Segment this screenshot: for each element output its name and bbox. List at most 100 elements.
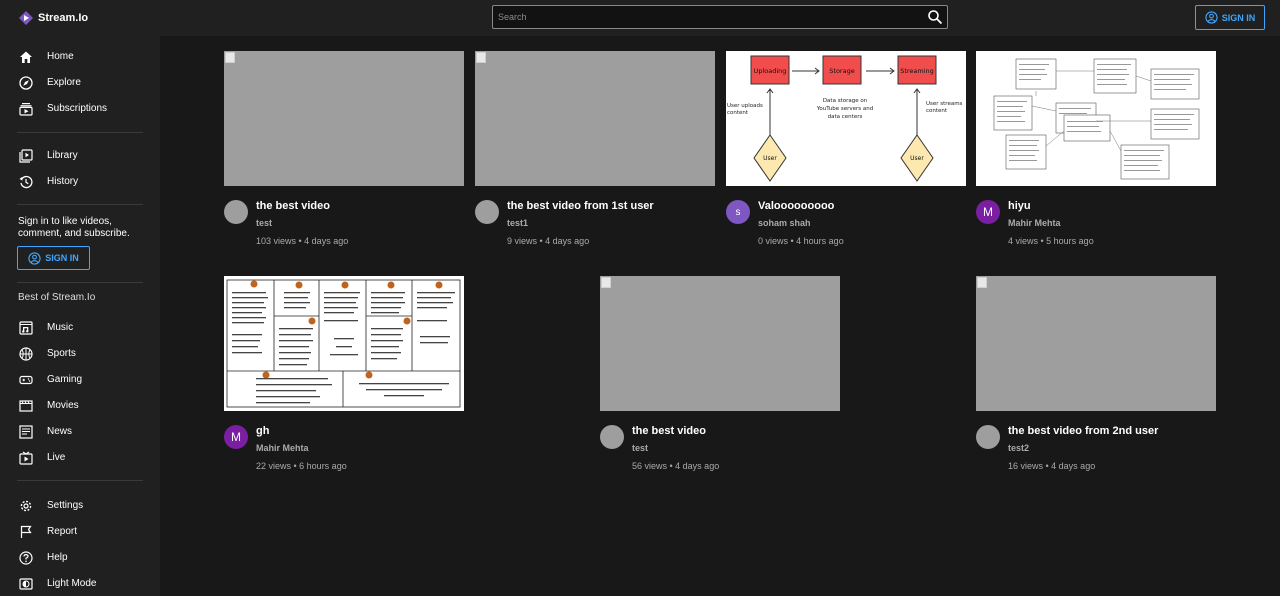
history-icon xyxy=(19,175,33,189)
video-card[interactable]: the best video from 1st user test1 9 vie… xyxy=(475,51,715,246)
avatar[interactable] xyxy=(224,200,248,224)
top-bar: Stream.Io SIGN IN xyxy=(0,0,1280,36)
movies-icon xyxy=(19,400,33,412)
sidebar-divider xyxy=(17,204,143,205)
sidebar-item-movies[interactable]: Movies xyxy=(0,393,160,419)
video-title[interactable]: the best video xyxy=(632,425,706,437)
video-thumbnail[interactable] xyxy=(224,276,464,411)
diagram-box-label: Streaming xyxy=(900,67,934,75)
video-title[interactable]: the best video from 2nd user xyxy=(1008,425,1158,437)
sidebar-item-news[interactable]: News xyxy=(0,419,160,445)
video-title[interactable]: Valooooooooo xyxy=(758,200,834,212)
channel-name[interactable]: test1 xyxy=(507,218,528,228)
light-mode-icon xyxy=(19,578,33,590)
sidebar-item-label: Subscriptions xyxy=(47,103,108,114)
sidebar-item-music[interactable]: Music xyxy=(0,315,160,341)
help-icon xyxy=(19,551,33,565)
sidebar-item-label: Help xyxy=(47,552,68,563)
sidebar-item-home[interactable]: Home xyxy=(0,44,160,70)
avatar[interactable]: s xyxy=(726,200,750,224)
video-title[interactable]: the best video xyxy=(256,200,330,212)
sidebar-item-label: News xyxy=(47,426,73,437)
account-circle-icon xyxy=(1205,11,1218,24)
flow-diagram-thumbnail: Uploading Storage Streaming User uploads… xyxy=(727,55,962,182)
video-stats: 0 views • 4 hours ago xyxy=(758,236,844,246)
home-icon xyxy=(20,51,32,63)
gaming-icon xyxy=(19,375,33,385)
diagram-note-mid: Data storage on YouTube servers and data… xyxy=(816,98,874,120)
sidebar-item-settings[interactable]: Settings xyxy=(0,493,160,519)
subscriptions-icon xyxy=(19,103,33,116)
sidebar-item-help[interactable]: Help xyxy=(0,545,160,571)
video-thumbnail[interactable] xyxy=(475,51,715,186)
sidebar-item-label: Sports xyxy=(47,348,76,359)
avatar[interactable] xyxy=(475,200,499,224)
sidebar-item-subscriptions[interactable]: Subscriptions xyxy=(0,96,160,122)
sidebar-item-label: Live xyxy=(47,452,66,463)
sidebar-item-light-mode[interactable]: Light Mode xyxy=(0,571,160,596)
search-bar xyxy=(492,5,948,29)
search-icon[interactable] xyxy=(927,9,943,25)
video-thumbnail[interactable] xyxy=(976,276,1216,411)
video-thumbnail[interactable]: Uploading Storage Streaming User uploads… xyxy=(726,51,966,186)
uml-diagram-thumbnail xyxy=(993,58,1200,180)
video-stats: 9 views • 4 days ago xyxy=(507,236,590,246)
channel-name[interactable]: Mahir Mehta xyxy=(1008,218,1061,228)
video-card[interactable]: M gh Mahir Mehta 22 views • 6 hours ago xyxy=(224,276,464,471)
best-of-title: Best of Stream.Io xyxy=(18,292,96,303)
broken-image-icon xyxy=(476,52,486,63)
diagram-box-label: Uploading xyxy=(754,67,787,75)
video-thumbnail[interactable] xyxy=(976,51,1216,186)
sidebar-item-report[interactable]: Report xyxy=(0,519,160,545)
video-stats: 16 views • 4 days ago xyxy=(1008,461,1096,471)
channel-name[interactable]: soham shah xyxy=(758,218,811,228)
avatar[interactable]: M xyxy=(976,200,1000,224)
sidebar-divider xyxy=(17,132,143,133)
business-canvas-thumbnail xyxy=(226,279,461,408)
sidebar-item-label: Library xyxy=(47,150,78,161)
sidebar-item-label: History xyxy=(47,176,79,187)
avatar[interactable] xyxy=(976,425,1000,449)
channel-name[interactable]: test xyxy=(632,443,648,453)
diagram-diamond-label: User xyxy=(910,155,924,162)
video-title[interactable]: gh xyxy=(256,425,269,437)
sidebar-item-label: Light Mode xyxy=(47,578,97,589)
video-card[interactable]: the best video test 56 views • 4 days ag… xyxy=(600,276,840,471)
sidebar-item-label: Gaming xyxy=(47,374,83,385)
video-stats: 4 views • 5 hours ago xyxy=(1008,236,1094,246)
sidebar-item-live[interactable]: Live xyxy=(0,445,160,471)
video-title[interactable]: hiyu xyxy=(1008,200,1031,212)
sidebar-sign-in-button[interactable]: SIGN IN xyxy=(17,246,90,270)
sidebar-item-sports[interactable]: Sports xyxy=(0,341,160,367)
sidebar-item-gaming[interactable]: Gaming xyxy=(0,367,160,393)
gear-icon xyxy=(20,500,32,512)
video-thumbnail[interactable] xyxy=(224,51,464,186)
video-stats: 103 views • 4 days ago xyxy=(256,236,349,246)
sidebar-item-history[interactable]: History xyxy=(0,169,160,195)
video-card[interactable]: the best video from 2nd user test2 16 vi… xyxy=(976,276,1216,471)
logo[interactable]: Stream.Io xyxy=(19,11,88,25)
sidebar-item-label: Home xyxy=(47,51,74,62)
news-icon xyxy=(19,425,33,439)
live-icon xyxy=(19,451,33,465)
video-card[interactable]: Uploading Storage Streaming User uploads… xyxy=(726,51,966,246)
avatar[interactable]: M xyxy=(224,425,248,449)
sidebar-item-explore[interactable]: Explore xyxy=(0,70,160,96)
sidebar-divider xyxy=(17,282,143,283)
channel-name[interactable]: Mahir Mehta xyxy=(256,443,309,453)
diagram-note-left: User uploads content xyxy=(727,103,763,116)
sidebar-item-library[interactable]: Library xyxy=(0,143,160,169)
channel-name[interactable]: test2 xyxy=(1008,443,1029,453)
video-card[interactable]: the best video test 103 views • 4 days a… xyxy=(224,51,464,246)
video-card[interactable]: M hiyu Mahir Mehta 4 views • 5 hours ago xyxy=(976,51,1216,246)
video-title[interactable]: the best video from 1st user xyxy=(507,200,654,212)
video-thumbnail[interactable] xyxy=(600,276,840,411)
avatar[interactable] xyxy=(600,425,624,449)
flag-icon xyxy=(20,525,32,538)
sidebar-item-label: Explore xyxy=(47,77,81,88)
channel-name[interactable]: test xyxy=(256,218,272,228)
sidebar-item-label: Music xyxy=(47,322,74,333)
sidebar-item-label: Movies xyxy=(47,400,79,411)
search-input[interactable] xyxy=(493,6,913,28)
header-sign-in-button[interactable]: SIGN IN xyxy=(1195,5,1265,30)
